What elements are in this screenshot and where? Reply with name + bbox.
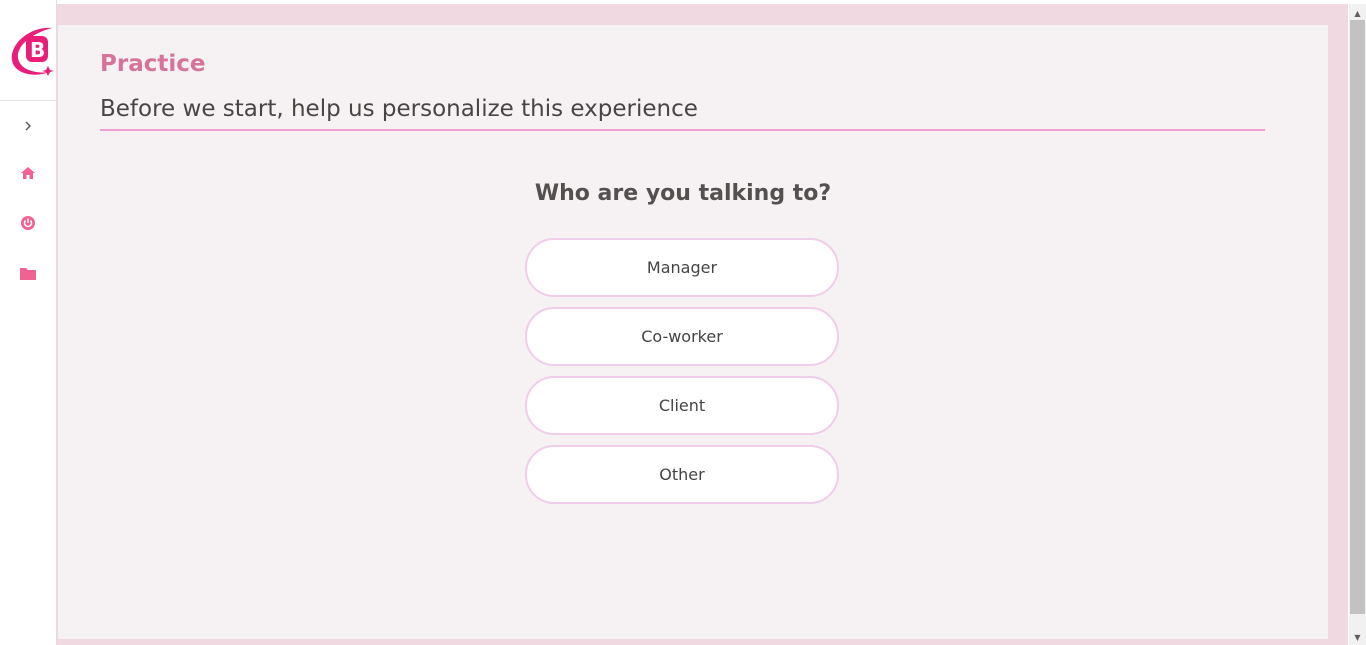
subtitle-underline: [100, 129, 1265, 131]
main-frame: Practice Before we start, help us person…: [57, 4, 1348, 645]
option-manager-button[interactable]: Manager: [525, 238, 839, 297]
sidebar: B: [0, 0, 57, 645]
option-other-button[interactable]: Other: [525, 445, 839, 504]
sidebar-item-power[interactable]: [0, 208, 56, 238]
content-panel: Practice Before we start, help us person…: [58, 25, 1328, 639]
scrollbar-thumb[interactable]: [1350, 20, 1365, 614]
brand-logo[interactable]: B: [8, 24, 56, 80]
home-icon: [21, 167, 35, 179]
chevron-right-icon: [25, 121, 31, 131]
option-coworker-button[interactable]: Co-worker: [525, 307, 839, 366]
scroll-down-arrow-icon[interactable]: ▼: [1349, 629, 1366, 645]
sidebar-item-folder[interactable]: [0, 258, 56, 288]
scroll-up-arrow-icon[interactable]: ▲: [1349, 5, 1366, 21]
question-heading: Who are you talking to?: [534, 181, 832, 206]
option-client-button[interactable]: Client: [525, 376, 839, 435]
folder-icon: [20, 267, 36, 280]
svg-text:B: B: [30, 38, 45, 62]
sidebar-item-home[interactable]: [0, 158, 56, 188]
sidebar-toggle-button[interactable]: [0, 111, 56, 141]
power-icon: [21, 216, 35, 230]
page-title: Practice: [100, 51, 206, 77]
logo-area: B: [0, 0, 56, 101]
page-subtitle: Before we start, help us personalize thi…: [100, 96, 698, 122]
